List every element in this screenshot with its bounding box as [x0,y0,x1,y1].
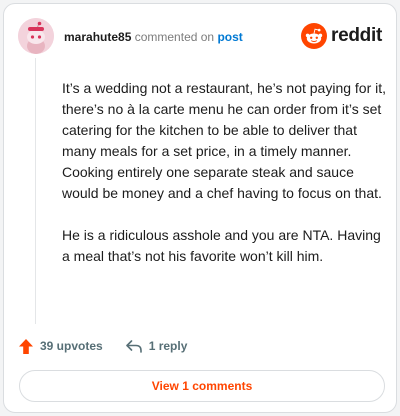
upvote-button[interactable]: 39 upvotes [18,338,103,355]
comment-card: marahute85 commented on post reddit It’s… [3,3,397,413]
reply-count: 1 reply [148,339,188,353]
comment-body: It’s a wedding not a restaurant, he’s no… [62,78,388,288]
comment-header: marahute85 commented on post reddit [18,18,382,58]
upvote-count: 39 upvotes [40,339,103,353]
thread-line [35,58,36,324]
brand-name: reddit [331,25,382,46]
upvote-arrow-icon [19,338,33,354]
comment-paragraph: He is a ridiculous asshole and you are N… [62,227,381,264]
comment-paragraph: It’s a wedding not a restaurant, he’s no… [62,80,387,201]
reply-arrow-icon [125,340,142,353]
snoo-avatar-icon[interactable] [18,18,54,54]
post-link[interactable]: post [217,30,242,44]
view-comments-button[interactable]: View 1 comments [19,370,385,402]
action-text: commented on [134,30,215,44]
username[interactable]: marahute85 [64,30,131,44]
reddit-brand[interactable]: reddit [301,23,382,49]
comment-actions: 39 upvotes 1 reply [18,335,209,357]
reddit-logo-icon [301,23,328,49]
reply-button[interactable]: 1 reply [125,339,188,353]
comment-meta: marahute85 commented on post [64,29,243,45]
